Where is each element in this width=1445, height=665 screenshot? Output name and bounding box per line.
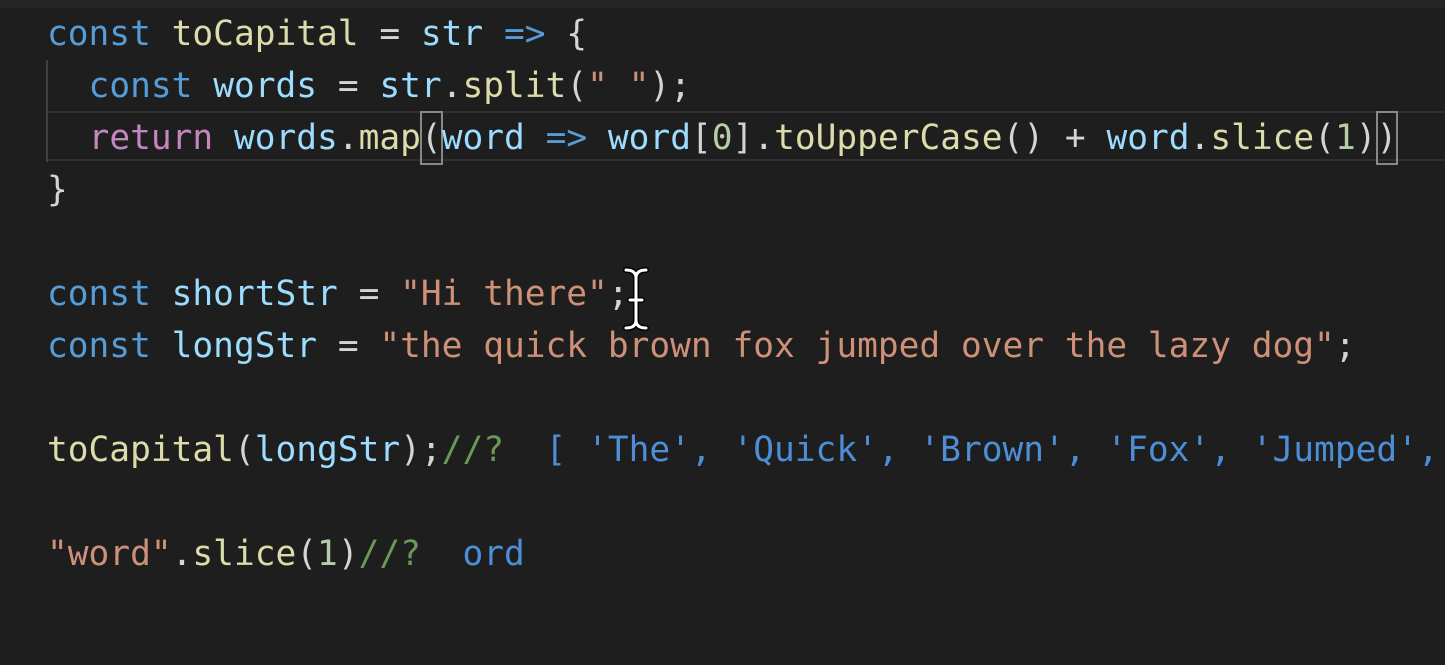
code-token: shortStr xyxy=(171,274,338,314)
code-token: toCapital xyxy=(171,14,359,54)
code-token: { xyxy=(545,14,588,54)
code-line[interactable]: "word".slice(1)//? ord xyxy=(47,528,525,580)
code-token: "word" xyxy=(47,534,172,574)
code-token: toUpperCase xyxy=(774,118,1003,158)
code-token: = xyxy=(317,326,380,366)
code-token: "the quick brown fox jumped over the laz… xyxy=(379,326,1335,366)
code-token: . xyxy=(171,534,193,574)
code-token: words xyxy=(233,118,338,158)
code-line[interactable]: const toCapital = str => { xyxy=(47,8,587,60)
code-token: ) xyxy=(1355,118,1377,158)
code-token: = xyxy=(337,274,401,314)
code-token: . xyxy=(441,66,463,106)
code-token: ); xyxy=(400,430,442,470)
code-token: str xyxy=(379,66,442,106)
code-token: ); xyxy=(649,66,691,106)
code-token: word xyxy=(441,118,525,158)
code-token: 1 xyxy=(1334,118,1356,158)
code-line[interactable]: toCapital(longStr);//? [ 'The', 'Quick',… xyxy=(47,424,1445,476)
code-token: map xyxy=(358,118,421,158)
code-line[interactable]: } xyxy=(47,164,68,216)
code-token: ) xyxy=(337,534,359,574)
code-token: => xyxy=(545,118,588,158)
code-line[interactable]: const longStr = "the quick brown fox jum… xyxy=(47,320,1356,372)
code-token: longStr xyxy=(171,326,318,366)
code-token: [ 'The', 'Quick', 'Brown', 'Fox', 'Jumpe… xyxy=(545,430,1439,470)
code-token: longStr xyxy=(254,430,401,470)
code-token: ( xyxy=(233,430,255,470)
code-token: word xyxy=(1106,118,1190,158)
code-token: const xyxy=(47,274,151,314)
editor-top-bar xyxy=(0,0,1445,8)
code-token: . xyxy=(1189,118,1211,158)
code-token: str xyxy=(420,14,484,54)
code-token: () + xyxy=(1002,118,1107,158)
code-token: ; xyxy=(1334,326,1356,366)
code-token: slice xyxy=(192,534,297,574)
text-cursor-ibeam-icon xyxy=(623,267,649,331)
code-token: toCapital xyxy=(47,430,234,470)
code-token: . xyxy=(337,118,359,158)
code-token: = xyxy=(317,66,380,106)
code-token: " " xyxy=(587,66,650,106)
code-token: slice xyxy=(1210,118,1315,158)
code-token: ( xyxy=(296,534,318,574)
code-token: } xyxy=(47,170,68,210)
code-token: ]. xyxy=(732,118,775,158)
code-token: 0 xyxy=(711,118,733,158)
matched-bracket: ) xyxy=(1375,111,1399,165)
code-token: ord xyxy=(420,534,525,574)
code-token: const xyxy=(88,66,193,106)
code-token: "Hi there" xyxy=(400,274,608,314)
code-token: => xyxy=(503,14,546,54)
code-token: words xyxy=(213,66,318,106)
code-token: = xyxy=(358,14,421,54)
code-token: ( xyxy=(1314,118,1335,158)
code-token: //? xyxy=(441,430,504,470)
code-line[interactable]: const words = str.split(" "); xyxy=(47,60,691,112)
code-token: word xyxy=(607,118,691,158)
code-line[interactable]: return words.map(word => word[0].toUpper… xyxy=(47,111,1399,165)
code-token: [ xyxy=(690,118,712,158)
code-token: ( xyxy=(566,66,588,106)
code-token: 1 xyxy=(317,534,338,574)
code-token: const xyxy=(47,326,151,366)
code-line[interactable]: const shortStr = "Hi there"; xyxy=(47,268,629,320)
matched-bracket: ( xyxy=(419,111,443,165)
code-token: const xyxy=(47,14,151,54)
code-token: split xyxy=(462,66,567,106)
code-token: return xyxy=(88,118,214,158)
code-editor[interactable]: const toCapital = str => { const words =… xyxy=(0,0,1445,665)
code-token: //? xyxy=(358,534,421,574)
